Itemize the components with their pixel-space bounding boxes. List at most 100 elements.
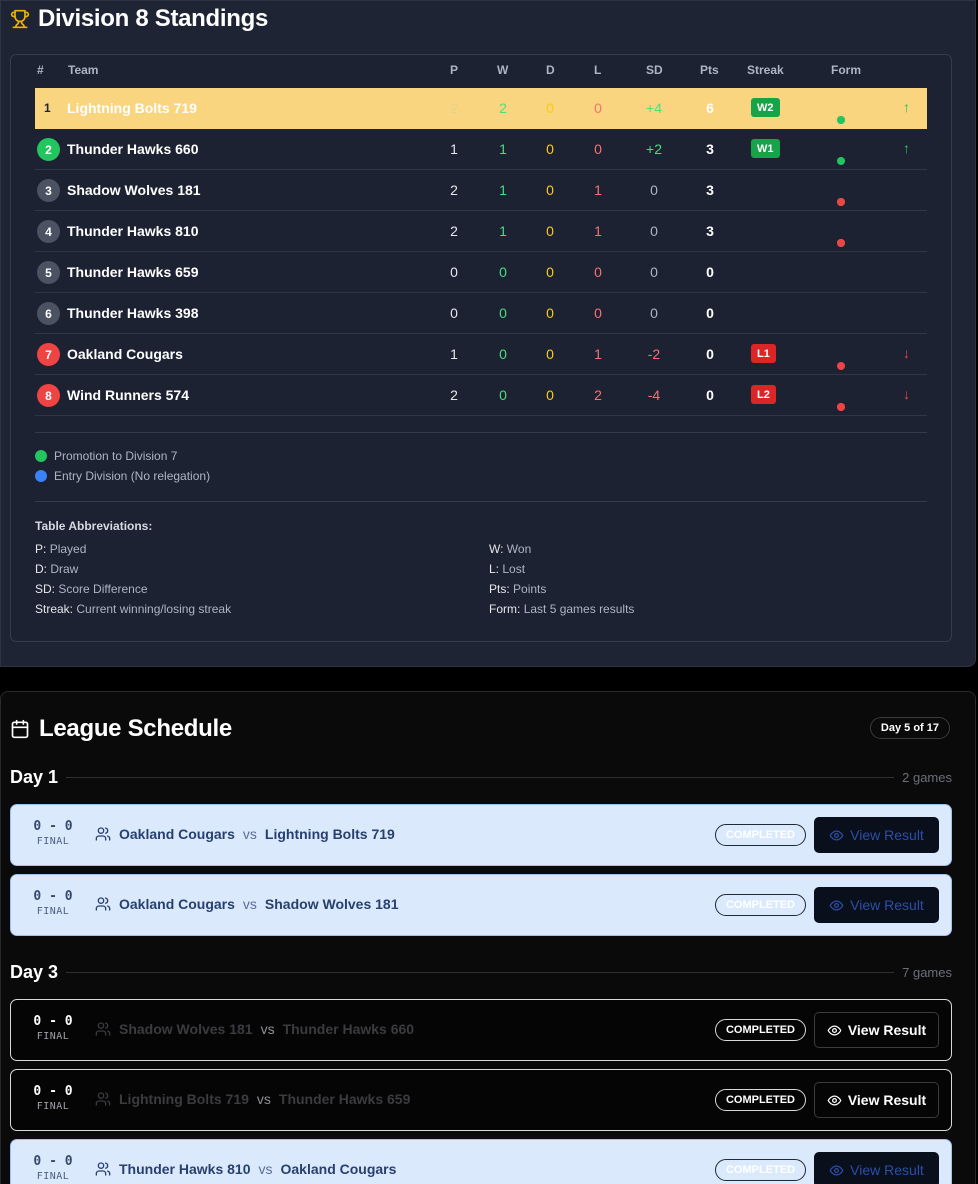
match-score: 0 - 0: [33, 1014, 73, 1029]
abbr-value: Last 5 games results: [523, 602, 635, 616]
away-team: Lightning Bolts 719: [264, 826, 395, 842]
abbr-value: Played: [49, 542, 87, 556]
final-label: FINAL: [36, 1171, 70, 1182]
view-result-button[interactable]: View Result: [814, 817, 939, 853]
match-card[interactable]: 0 - 0 FINAL Oakland Cougars vs Shadow Wolves…: [10, 874, 952, 936]
arrow-up-icon: ↑: [903, 99, 910, 115]
table-row: 7 Oakland Cougars 1 0 0 1 -2 0 L1 ↓: [35, 334, 927, 375]
lost: 0: [594, 141, 602, 157]
lost: 2: [594, 387, 602, 403]
users-icon: [95, 897, 111, 911]
lost: 1: [594, 346, 602, 362]
view-result-button[interactable]: View Result: [814, 1082, 939, 1118]
won: 1: [499, 141, 507, 157]
match-score: 0 - 0: [33, 1154, 73, 1169]
home-team: Oakland Cougars: [119, 826, 235, 842]
score-difference: 0: [650, 305, 658, 321]
view-result-label: View Result: [847, 1022, 927, 1038]
abbr-item: Streak: Current winning/losing streak: [35, 602, 231, 616]
abbr-value: Current winning/losing streak: [76, 602, 232, 616]
col-pts: Pts: [700, 63, 719, 77]
match-score: 0 - 0: [33, 889, 73, 904]
arrow-down-icon: ↓: [903, 386, 910, 402]
match-score: 0 - 0: [33, 1084, 73, 1099]
match-card[interactable]: 0 - 0 FINAL Shadow Wolves 181 vs Thunder Haw…: [10, 999, 952, 1061]
away-team: Shadow Wolves 181: [264, 896, 399, 912]
points: 0: [706, 264, 714, 280]
points: 6: [706, 100, 714, 116]
final-label: FINAL: [36, 1031, 70, 1042]
abbr-divider: [35, 501, 927, 502]
rank-badge: 5: [37, 261, 60, 284]
drawn: 0: [546, 223, 554, 239]
match-card[interactable]: 0 - 0 FINAL Lightning Bolts 719 vs Thunder H…: [10, 1069, 952, 1131]
view-result-label: View Result: [850, 1162, 924, 1178]
arrow-up-icon: ↑: [903, 140, 910, 156]
view-result-button[interactable]: View Result: [814, 887, 939, 923]
score-block: 0 - 0 FINAL: [33, 1084, 73, 1112]
score-difference: +2: [646, 141, 662, 157]
won: 0: [499, 387, 507, 403]
game-count: 2 games: [902, 770, 952, 785]
abbr-key: Form:: [489, 602, 521, 616]
points: 3: [706, 182, 714, 198]
points: 0: [706, 346, 714, 362]
arrow-down-icon: ↓: [903, 345, 910, 361]
drawn: 0: [546, 141, 554, 157]
view-result-button[interactable]: View Result: [814, 1152, 939, 1184]
abbr-key: Pts:: [489, 582, 510, 596]
abbr-item: W: Won: [489, 542, 531, 556]
eye-icon: [829, 830, 844, 840]
match-card[interactable]: 0 - 0 FINAL Oakland Cougars vs Lightning Bol…: [10, 804, 952, 866]
col-lost: L: [594, 63, 602, 77]
home-team: Shadow Wolves 181: [119, 1021, 253, 1037]
legend-promotion: Promotion to Division 7: [35, 449, 177, 463]
vs-label: vs: [260, 1021, 275, 1037]
day-header: Day 1 2 games: [10, 767, 952, 788]
users-icon: [95, 1162, 111, 1176]
won: 1: [499, 182, 507, 198]
col-team: Team: [68, 63, 99, 77]
team-name: Thunder Hawks 398: [67, 305, 199, 321]
streak-badge: L1: [751, 344, 776, 363]
rank-badge: 8: [37, 384, 60, 407]
score-block: 0 - 0 FINAL: [33, 1154, 73, 1182]
calendar-icon: [11, 719, 29, 739]
match-teams: Oakland Cougars vs Lightning Bolts 719: [95, 826, 395, 842]
abbr-value: Won: [506, 542, 532, 556]
day-label: Day 1: [10, 767, 59, 787]
lost: 0: [594, 305, 602, 321]
team-name: Thunder Hawks 810: [67, 223, 199, 239]
rank-badge: 3: [37, 179, 60, 202]
lost: 0: [594, 100, 602, 116]
game-count: 7 games: [902, 965, 952, 980]
col-rank: #: [37, 63, 44, 77]
match-teams: Oakland Cougars vs Shadow Wolves 181: [95, 896, 399, 912]
standings-panel: Division 8 Standings # Team P W D L SD P…: [0, 0, 976, 667]
played: 0: [450, 305, 458, 321]
rank: 1: [44, 101, 51, 115]
legend-promotion-label: Promotion to Division 7: [54, 449, 178, 463]
day-divider: [66, 972, 895, 973]
score-difference: 0: [650, 264, 658, 280]
view-result-button[interactable]: View Result: [814, 1012, 939, 1048]
col-draw: D: [546, 63, 555, 77]
final-label: FINAL: [36, 1101, 70, 1112]
won: 2: [499, 100, 507, 116]
abbr-value: Lost: [502, 562, 526, 576]
abbr-key: L:: [489, 562, 500, 576]
match-card[interactable]: 0 - 0 FINAL Thunder Hawks 810 vs Oakland Cou…: [10, 1139, 952, 1184]
drawn: 0: [546, 264, 554, 280]
loss-dot-icon: [837, 362, 845, 370]
standings-header: Division 8 Standings: [10, 5, 268, 33]
day-header: Day 3 7 games: [10, 962, 952, 983]
played: 2: [450, 223, 458, 239]
team-name: Lightning Bolts 719: [67, 100, 197, 116]
win-dot-icon: [837, 116, 845, 124]
table-row: 3 Shadow Wolves 181 2 1 0 1 0 3: [35, 170, 927, 211]
col-sd: SD: [646, 63, 663, 77]
view-result-label: View Result: [850, 897, 924, 913]
home-team: Oakland Cougars: [119, 896, 235, 912]
score-difference: -4: [647, 387, 661, 403]
score-difference: 0: [650, 223, 658, 239]
